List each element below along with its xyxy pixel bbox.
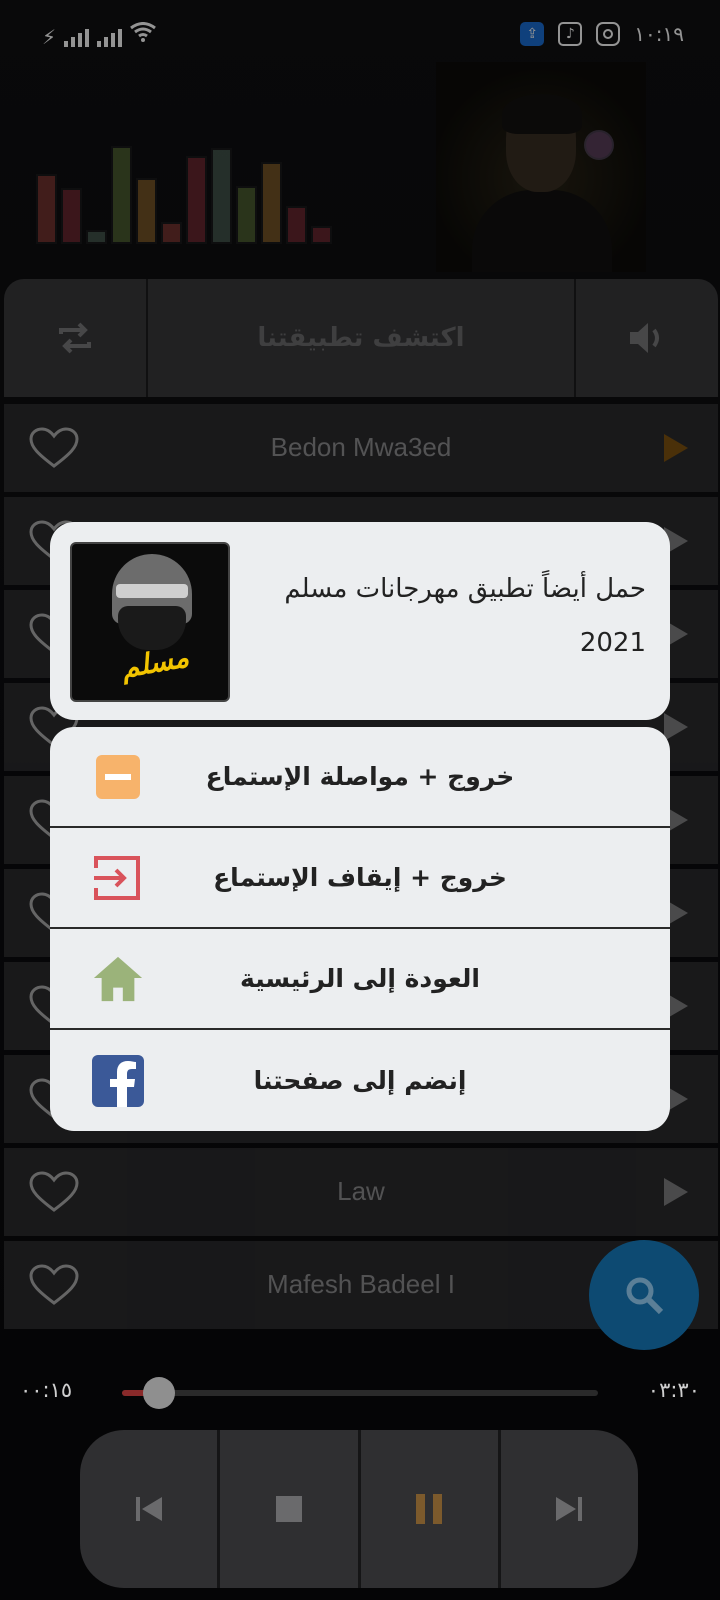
exit-menu: خروج + مواصلة الإستماع خروج + إيقاف الإس… — [50, 727, 670, 1131]
menu-item-label: إنضم إلى صفحتنا — [253, 1066, 467, 1095]
minimize-icon — [92, 751, 144, 803]
menu-item-label: العودة إلى الرئيسية — [240, 964, 480, 993]
promo-text: حمل أيضاً تطبيق مهرجانات مسلم 2021 — [284, 574, 646, 658]
pause-icon — [416, 1494, 443, 1524]
transport-controls — [80, 1430, 638, 1588]
skip-previous-icon — [135, 1497, 162, 1521]
promo-card[interactable]: مسلم حمل أيضاً تطبيق مهرجانات مسلم 2021 — [50, 522, 670, 720]
stop-icon — [275, 1496, 302, 1522]
seek-track[interactable] — [122, 1377, 598, 1409]
next-button[interactable] — [501, 1430, 638, 1588]
menu-item-label: خروج + إيقاف الإستماع — [213, 863, 507, 892]
exit-stop-listening-button[interactable]: خروج + إيقاف الإستماع — [50, 828, 670, 929]
elapsed-time: ٠٠:١٥ — [20, 1378, 73, 1402]
menu-item-label: خروج + مواصلة الإستماع — [205, 762, 515, 791]
seek-bar: ٠٠:١٥ ٠٣:٣٠ — [0, 1372, 720, 1412]
exit-continue-listening-button[interactable]: خروج + مواصلة الإستماع — [50, 727, 670, 828]
total-duration: ٠٣:٣٠ — [647, 1378, 700, 1402]
join-page-button[interactable]: إنضم إلى صفحتنا — [50, 1030, 670, 1131]
previous-button[interactable] — [80, 1430, 221, 1588]
skip-next-icon — [556, 1497, 583, 1521]
promo-logo-text: مسلم — [118, 640, 192, 685]
exit-icon — [92, 852, 144, 904]
back-home-button[interactable]: العودة إلى الرئيسية — [50, 929, 670, 1030]
home-icon — [92, 953, 144, 1005]
promo-app-image: مسلم — [70, 542, 230, 702]
pause-button[interactable] — [361, 1430, 501, 1588]
search-icon — [626, 1277, 664, 1315]
search-button[interactable] — [589, 1240, 699, 1350]
seek-thumb[interactable] — [142, 1377, 175, 1409]
facebook-icon — [92, 1054, 144, 1107]
stop-button[interactable] — [220, 1430, 361, 1588]
